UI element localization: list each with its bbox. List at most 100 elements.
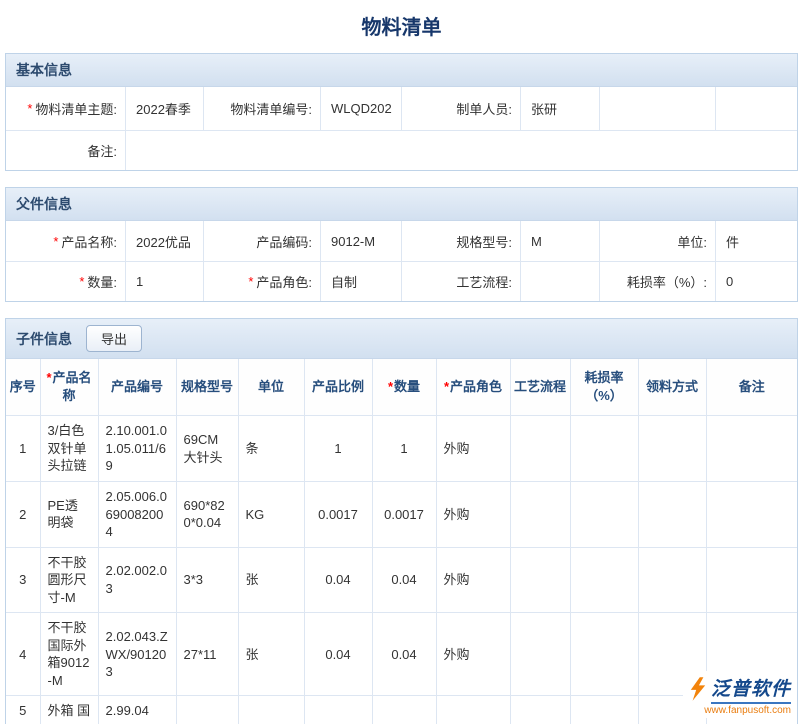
cell-role (436, 696, 510, 724)
col-spec: 规格型号 (176, 359, 238, 416)
table-row: 5 外箱 国 2.99.04 (6, 696, 797, 724)
cell-product-name: 3/白色双针单头拉链 (40, 416, 98, 482)
cell-product-code: 2.99.04 (98, 696, 176, 724)
required-marker: * (53, 234, 58, 249)
material-list-page: 物料清单 基本信息 * 物料清单主题: 2022春季 物料清单编号: WLQD2… (0, 0, 803, 724)
export-button[interactable]: 导出 (86, 325, 142, 352)
cell-spec: 27*11 (176, 613, 238, 696)
child-info-title: 子件信息 (16, 329, 72, 349)
creator-value: 张研 (521, 87, 600, 130)
required-marker: * (248, 274, 253, 289)
cell-role: 外购 (436, 482, 510, 548)
cell-seq: 3 (6, 547, 40, 613)
product-code-value: 9012-M (321, 221, 402, 261)
cell-seq: 1 (6, 416, 40, 482)
cell-product-code: 2.05.006.0690082004 (98, 482, 176, 548)
fanpu-brand-text: 泛普软件 (711, 674, 791, 704)
cell-loss-rate (570, 696, 638, 724)
cell-requisition (638, 416, 706, 482)
cell-process (510, 416, 570, 482)
cell-process (510, 613, 570, 696)
cell-loss-rate (570, 613, 638, 696)
basic-info-row-2: 备注: (6, 130, 797, 170)
cell-qty: 0.0017 (372, 482, 436, 548)
role-label-text: 产品角色: (256, 272, 312, 291)
subject-label: * 物料清单主题: (6, 87, 126, 130)
cell-process (510, 482, 570, 548)
subject-label-text: 物料清单主题: (35, 99, 117, 118)
basic-info-title: 基本信息 (16, 60, 72, 80)
parent-info-row-1: * 产品名称: 2022优品 产品编码: 9012-M 规格型号: M 单位: … (6, 221, 797, 261)
product-name-value: 2022优品 (126, 221, 204, 261)
process-label: 工艺流程: (402, 262, 521, 301)
table-row: 2 PE透明袋 2.05.006.0690082004 690*820*0.04… (6, 482, 797, 548)
cell-remark (706, 416, 797, 482)
cell-product-code: 2.10.001.01.05.011/69 (98, 416, 176, 482)
cell-product-name: PE透明袋 (40, 482, 98, 548)
spec-value: M (521, 221, 600, 261)
col-ratio: 产品比例 (304, 359, 372, 416)
cell-qty: 0.04 (372, 613, 436, 696)
cell-spec: 690*820*0.04 (176, 482, 238, 548)
col-role-text: 产品角色 (450, 379, 502, 394)
cell-ratio: 1 (304, 416, 372, 482)
required-marker: * (27, 101, 32, 116)
cell-unit: 张 (238, 613, 304, 696)
product-name-label: * 产品名称: (6, 221, 126, 261)
required-marker: * (79, 274, 84, 289)
cell-ratio: 0.0017 (304, 482, 372, 548)
remark-label: 备注: (6, 131, 126, 170)
col-qty: *数量 (372, 359, 436, 416)
col-seq: 序号 (6, 359, 40, 416)
cell-requisition (638, 547, 706, 613)
cell-seq: 4 (6, 613, 40, 696)
product-code-label: 产品编码: (204, 221, 321, 261)
loss-rate-label: 耗损率（%）: (600, 262, 716, 301)
loss-rate-value: 0 (716, 262, 797, 301)
cell-product-code: 2.02.043.ZWX/901203 (98, 613, 176, 696)
col-role: *产品角色 (436, 359, 510, 416)
cell-role: 外购 (436, 416, 510, 482)
basic-info-row-1: * 物料清单主题: 2022春季 物料清单编号: WLQD202 制单人员: 张… (6, 87, 797, 130)
basic-info-header: 基本信息 (6, 54, 797, 87)
col-remark: 备注 (706, 359, 797, 416)
fanpu-flame-icon (689, 677, 707, 701)
cell-spec: 3*3 (176, 547, 238, 613)
table-header-row: 序号 *产品名称 产品编号 规格型号 单位 产品比例 *数量 *产品角色 工艺流… (6, 359, 797, 416)
role-value: 自制 (321, 262, 402, 301)
unit-value: 件 (716, 221, 797, 261)
remark-value (126, 131, 797, 170)
required-marker: * (46, 370, 51, 385)
creator-label: 制单人员: (402, 87, 521, 130)
required-marker: * (444, 379, 449, 394)
cell-product-code: 2.02.002.03 (98, 547, 176, 613)
qty-label: * 数量: (6, 262, 126, 301)
cell-unit (238, 696, 304, 724)
child-items-table: 序号 *产品名称 产品编号 规格型号 单位 产品比例 *数量 *产品角色 工艺流… (6, 359, 797, 724)
cell-remark (706, 482, 797, 548)
basic-info-section: 基本信息 * 物料清单主题: 2022春季 物料清单编号: WLQD202 制单… (5, 53, 798, 171)
cell-unit: 条 (238, 416, 304, 482)
page-title: 物料清单 (0, 0, 803, 53)
required-marker: * (388, 379, 393, 394)
table-row: 3 不干胶圆形尺寸-M 2.02.002.03 3*3 张 0.04 0.04 … (6, 547, 797, 613)
table-row: 4 不干胶国际外箱9012-M 2.02.043.ZWX/901203 27*1… (6, 613, 797, 696)
cell-unit: 张 (238, 547, 304, 613)
cell-ratio (304, 696, 372, 724)
unit-label: 单位: (600, 221, 716, 261)
cell-qty: 0.04 (372, 547, 436, 613)
cell-product-name: 不干胶圆形尺寸-M (40, 547, 98, 613)
col-product-code: 产品编号 (98, 359, 176, 416)
spec-label: 规格型号: (402, 221, 521, 261)
cell-qty: 1 (372, 416, 436, 482)
col-product-name: *产品名称 (40, 359, 98, 416)
cell-loss-rate (570, 547, 638, 613)
col-loss-rate: 耗损率（%） (570, 359, 638, 416)
col-unit: 单位 (238, 359, 304, 416)
fanpu-watermark: 泛普软件 www.fanpusoft.com (683, 671, 797, 718)
col-process: 工艺流程 (510, 359, 570, 416)
fanpu-url: www.fanpusoft.com (704, 705, 791, 716)
empty-value-cell (716, 87, 797, 130)
child-info-header: 子件信息 导出 (6, 319, 797, 359)
cell-unit: KG (238, 482, 304, 548)
